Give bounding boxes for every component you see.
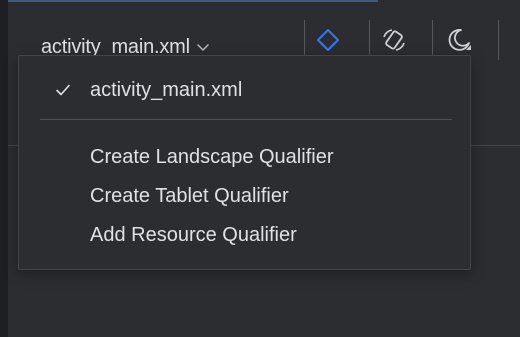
toolbar-separator	[432, 20, 433, 60]
toolbar-separator	[498, 20, 499, 60]
menu-item-create-tablet-qualifier[interactable]: Create Tablet Qualifier	[19, 178, 470, 214]
menu-item-current-file[interactable]: activity_main.xml	[19, 72, 470, 108]
toolbar-separator	[369, 20, 370, 60]
checkmark-icon	[53, 80, 73, 100]
menu-item-label: Add Resource Qualifier	[90, 223, 297, 246]
menu-item-create-landscape-qualifier[interactable]: Create Landscape Qualifier	[19, 139, 470, 175]
menu-item-label: Create Tablet Qualifier	[90, 184, 289, 207]
night-mode-icon[interactable]	[446, 26, 474, 54]
layers-icon[interactable]	[314, 26, 342, 54]
rotate-device-icon[interactable]	[380, 26, 408, 54]
menu-item-label: Create Landscape Qualifier	[90, 145, 334, 168]
layout-file-selector-label: activity_main.xml	[41, 36, 190, 58]
toolbar-separator	[304, 20, 305, 60]
menu-separator	[40, 119, 452, 120]
menu-item-add-resource-qualifier[interactable]: Add Resource Qualifier	[19, 217, 470, 253]
menu-item-label: activity_main.xml	[90, 78, 243, 101]
layout-file-dropdown-menu: activity_main.xml Create Landscape Quali…	[18, 55, 471, 270]
chevron-down-icon	[196, 40, 210, 54]
